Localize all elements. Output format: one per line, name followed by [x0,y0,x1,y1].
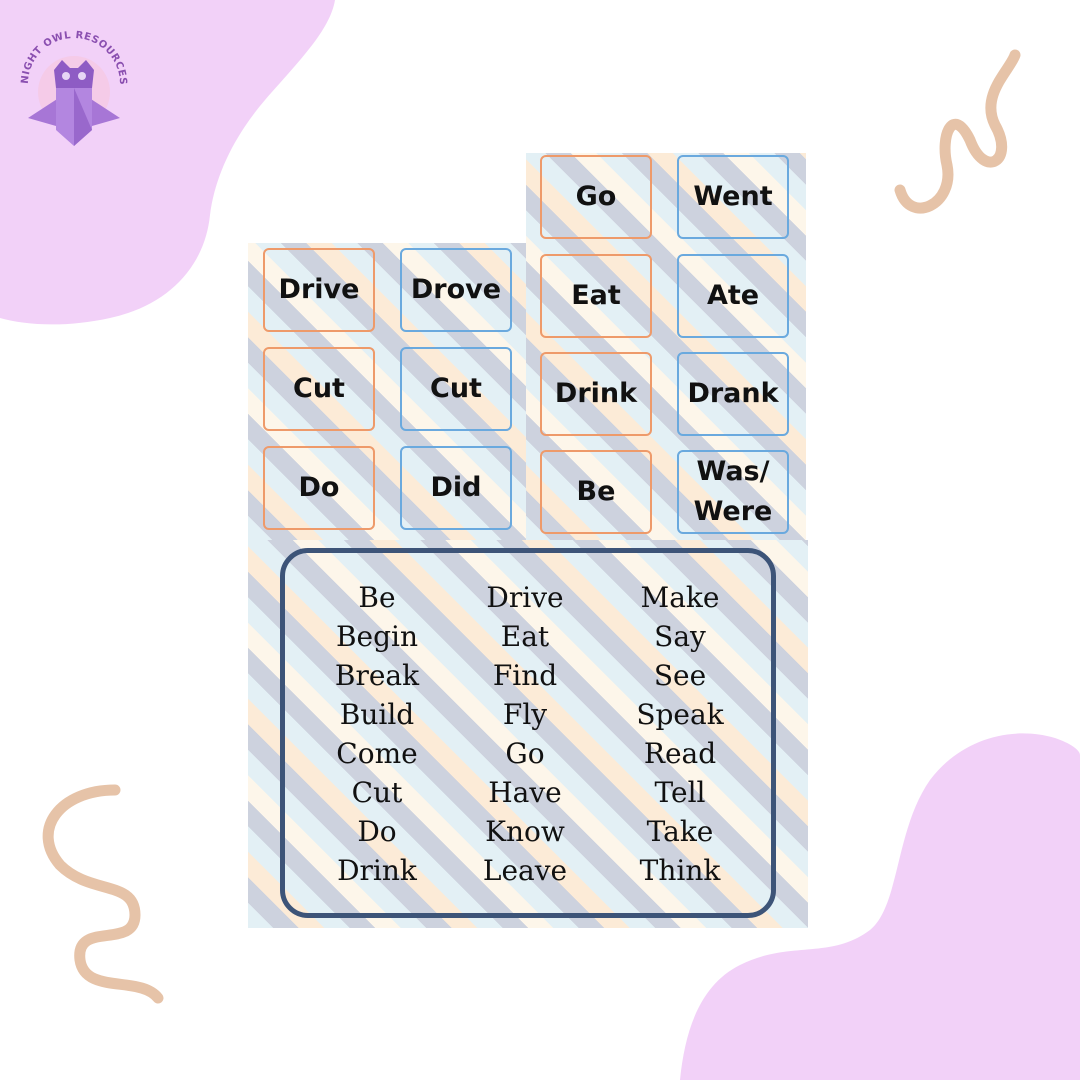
verb-column-1: Be Begin Break Build Come Cut Do Drink [292,578,462,890]
verb-item: Make [640,581,720,614]
verb-item: Tell [654,776,706,809]
verb-item: Break [334,659,420,692]
past-card: Drove [400,248,512,332]
verb-item: Fly [502,698,548,731]
present-card: Drink [540,352,652,436]
verb-item: Do [357,815,397,848]
present-card: Do [263,446,375,530]
verb-column-2: Drive Eat Find Fly Go Have Know Leave [440,578,610,890]
verb-item: Drive [486,581,564,614]
verb-item: Be [358,581,396,614]
verb-item: Begin [335,620,419,653]
past-card: Was/ Were [677,450,789,534]
verb-item: Find [492,659,558,692]
verb-item: Leave [482,854,568,887]
verb-item: Speak [636,698,724,731]
verb-item: Go [505,737,545,770]
past-card: Cut [400,347,512,431]
past-card: Ate [677,254,789,338]
present-card: Eat [540,254,652,338]
verb-item: Say [654,620,706,653]
verb-item: Know [485,815,565,848]
verb-column-3: Make Say See Speak Read Tell Take Think [595,578,765,890]
past-card: Drank [677,352,789,436]
verb-item: Think [639,854,721,887]
verb-item: Build [339,698,415,731]
verb-item: Read [643,737,717,770]
verb-item: Have [488,776,562,809]
night-owl-logo: NIGHT OWL RESOURCES [18,22,130,152]
verb-item: See [653,659,707,692]
verb-item: Drink [337,854,417,887]
top-right-squiggle [894,49,1021,214]
bottom-left-squiggle [42,784,164,1004]
past-card: Did [400,446,512,530]
present-card: Drive [263,248,375,332]
verb-item: Come [336,737,418,770]
verb-item: Eat [500,620,550,653]
past-card: Went [677,155,789,239]
present-card: Go [540,155,652,239]
present-card: Cut [263,347,375,431]
verb-item: Cut [351,776,403,809]
present-card: Be [540,450,652,534]
verb-item: Take [646,815,714,848]
